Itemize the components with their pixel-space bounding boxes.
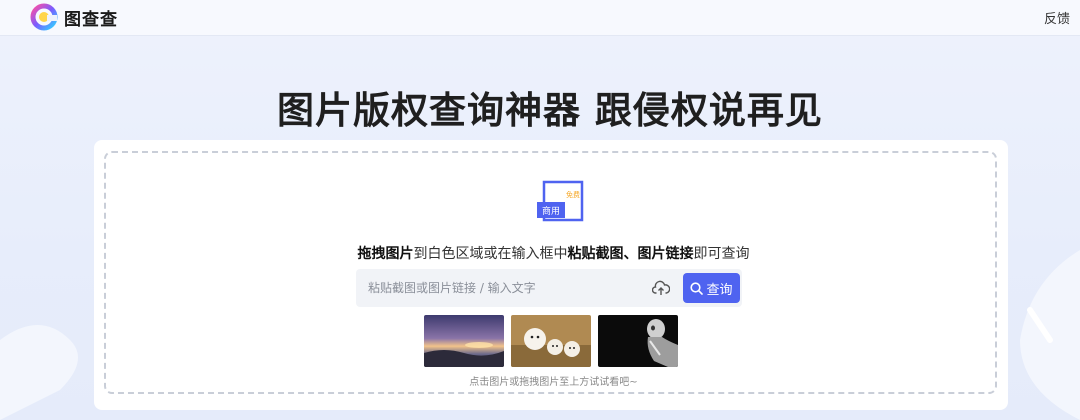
logo-icon — [30, 3, 58, 31]
app-name: 图查查 — [64, 9, 118, 30]
cloud-upload-icon[interactable] — [652, 280, 670, 296]
top-bar: 图查查 反馈 — [0, 0, 1080, 36]
sample-image-puppies[interactable] — [511, 315, 591, 367]
search-button-label: 查询 — [706, 282, 733, 298]
sample-image-robot[interactable] — [598, 315, 678, 367]
search-button[interactable]: 查询 — [683, 273, 740, 303]
search-icon — [690, 281, 704, 295]
sample-images — [424, 315, 678, 367]
search-bar: 查询 — [356, 269, 742, 307]
logo[interactable]: 图查查 — [30, 3, 118, 31]
svg-text:商用: 商用 — [542, 205, 560, 217]
drop-instruction: 拖拽图片到白色区域或在输入框中粘贴截图、图片链接即可查询 — [357, 246, 750, 262]
search-card: 商用 免费 拖拽图片到白色区域或在输入框中粘贴截图、图片链接即可查询 查询 — [94, 140, 1008, 410]
search-input[interactable] — [356, 269, 646, 307]
sample-hint: 点击图片或拖拽图片至上方试试看吧~ — [469, 377, 638, 388]
feedback-link[interactable]: 反馈 — [1044, 8, 1070, 27]
image-drop-zone[interactable]: 商用 免费 拖拽图片到白色区域或在输入框中粘贴截图、图片链接即可查询 查询 — [104, 151, 997, 394]
sample-image-sunset[interactable] — [424, 315, 504, 367]
background-decoration-left — [0, 325, 78, 420]
page-title: 图片版权查询神器 跟侵权说再见 — [277, 89, 823, 132]
commercial-use-icon: 商用 免费 — [537, 180, 584, 222]
svg-text:免费: 免费 — [566, 190, 580, 199]
